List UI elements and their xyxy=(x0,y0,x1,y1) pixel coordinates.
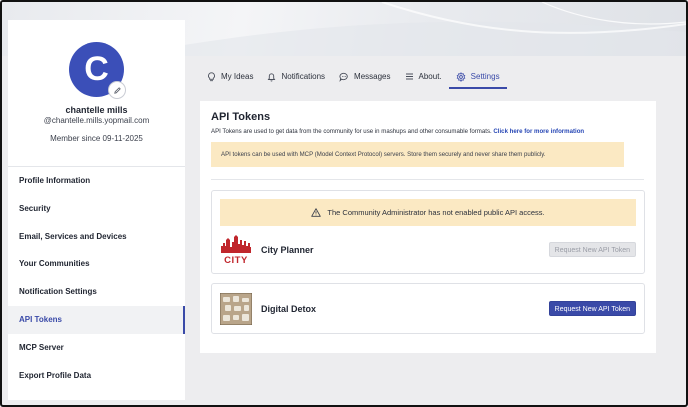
profile-tabs: My Ideas Notifications Messages About. S… xyxy=(200,64,507,89)
app-window: C chantelle mills @chantelle.mills.yopma… xyxy=(0,0,688,407)
divider xyxy=(211,179,644,180)
profile-email: @chantelle.mills.yopmail.com xyxy=(43,116,150,125)
pencil-icon xyxy=(113,86,121,94)
tab-label: My Ideas xyxy=(221,72,254,81)
mcp-note: API tokens can be used with MCP (Model C… xyxy=(211,142,624,167)
profile-name: chantelle mills xyxy=(65,105,128,115)
sidebar-item-your-communities[interactable]: Your Communities xyxy=(8,250,185,278)
request-token-button-digital-detox[interactable]: Request New API Token xyxy=(548,301,636,316)
warning-icon xyxy=(311,208,322,217)
admin-alert-text: The Community Administrator has not enab… xyxy=(327,208,545,217)
request-token-button-city-planner[interactable]: Request New API Token xyxy=(548,242,636,257)
digital-detox-logo xyxy=(219,292,253,326)
app-row-city-planner: CITY City Planner Request New API Token xyxy=(220,234,636,266)
tab-label: Notifications xyxy=(281,72,326,81)
tab-label: Messages xyxy=(354,72,391,81)
app-row-digital-detox: Digital Detox Request New API Token xyxy=(219,292,636,326)
api-token-group: The Community Administrator has not enab… xyxy=(211,190,645,274)
api-token-group-digital-detox: Digital Detox Request New API Token xyxy=(211,283,645,334)
sidebar-item-email-services-devices[interactable]: Email, Services and Devices xyxy=(8,223,185,251)
app-name-digital-detox: Digital Detox xyxy=(261,304,317,314)
tab-label: Settings xyxy=(470,72,500,81)
admin-alert: The Community Administrator has not enab… xyxy=(220,199,636,226)
tab-notifications[interactable]: Notifications xyxy=(260,64,332,89)
tab-label: About. xyxy=(418,72,442,81)
tab-messages[interactable]: Messages xyxy=(332,64,397,89)
api-tokens-description: API Tokens are used to get data from the… xyxy=(211,128,584,135)
sidebar-nav: Profile Information Security Email, Serv… xyxy=(8,166,185,389)
city-planner-logo: CITY xyxy=(220,234,252,266)
more-information-link[interactable]: Click here for more information xyxy=(493,128,584,135)
city-logo-text: CITY xyxy=(224,255,248,266)
tab-settings[interactable]: Settings xyxy=(448,64,507,89)
tab-my-ideas[interactable]: My Ideas xyxy=(200,64,260,89)
api-tokens-panel: API Tokens API Tokens are used to get da… xyxy=(200,101,656,353)
sidebar-item-profile-information[interactable]: Profile Information xyxy=(8,167,185,195)
description-text: API Tokens are used to get data from the… xyxy=(211,128,492,135)
lightbulb-icon xyxy=(208,71,215,81)
sidebar-item-mcp-server[interactable]: MCP Server xyxy=(8,334,185,362)
page-title: API Tokens xyxy=(211,111,271,123)
sidebar-item-export-profile-data[interactable]: Export Profile Data xyxy=(8,362,185,390)
member-since: Member since 09-11-2025 xyxy=(50,134,143,143)
gear-icon xyxy=(456,71,466,82)
chat-bubble-icon xyxy=(339,72,348,82)
app-name-city-planner: City Planner xyxy=(261,245,314,255)
sidebar-item-api-tokens[interactable]: API Tokens xyxy=(8,305,185,334)
profile-card: C chantelle mills @chantelle.mills.yopma… xyxy=(8,20,185,152)
tab-about[interactable]: About. xyxy=(398,64,449,89)
menu-lines-icon xyxy=(405,73,413,80)
sidebar-item-notification-settings[interactable]: Notification Settings xyxy=(8,278,185,306)
edit-avatar-button[interactable] xyxy=(108,81,126,99)
sidebar-item-security[interactable]: Security xyxy=(8,195,185,223)
profile-sidebar: C chantelle mills @chantelle.mills.yopma… xyxy=(8,20,185,400)
bell-icon xyxy=(268,72,276,82)
